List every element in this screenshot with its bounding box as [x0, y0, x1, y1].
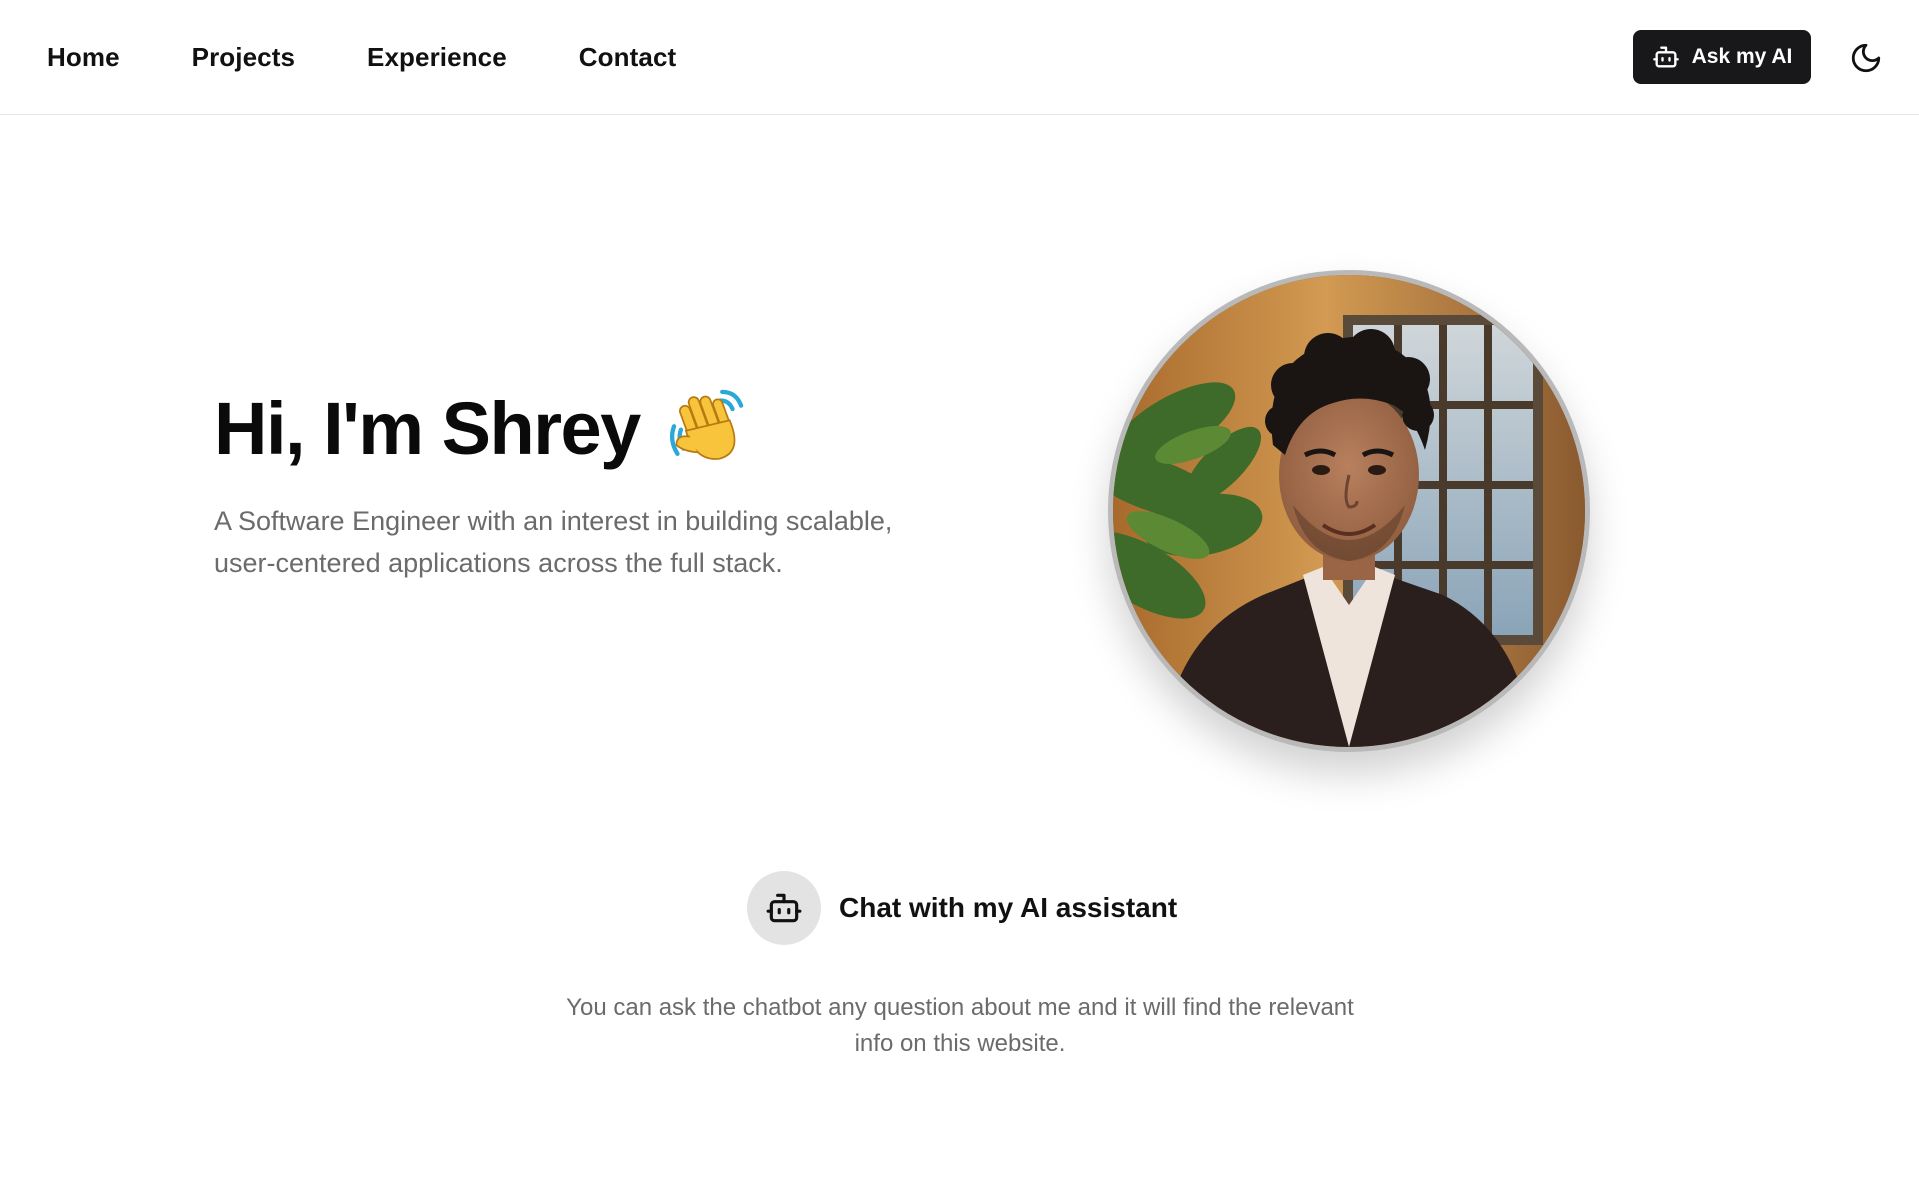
- theme-toggle-button[interactable]: [1846, 38, 1886, 78]
- hero-title: Hi, I'm Shrey: [214, 385, 748, 471]
- chat-description: You can ask the chatbot any question abo…: [566, 994, 1354, 1057]
- hero-title-text: Hi, I'm Shrey: [214, 386, 641, 470]
- ask-my-ai-label: Ask my AI: [1691, 45, 1793, 68]
- nav-link-projects[interactable]: Projects: [192, 42, 295, 73]
- nav-link-contact[interactable]: Contact: [579, 42, 676, 73]
- ask-my-ai-button[interactable]: Ask my AI: [1633, 30, 1811, 84]
- chat-title: Chat with my AI assistant: [839, 892, 1178, 923]
- profile-photo: [1108, 270, 1590, 752]
- moon-icon: [1849, 41, 1883, 75]
- hero-subtitle: A Software Engineer with an interest in …: [214, 506, 893, 578]
- waving-hand-icon: [662, 385, 748, 471]
- bot-icon: [1652, 43, 1680, 71]
- nav-link-home[interactable]: Home: [47, 42, 120, 73]
- nav-link-experience[interactable]: Experience: [367, 42, 507, 73]
- chat-bot-icon-circle: [747, 871, 821, 945]
- top-navbar: Home Projects Experience Contact Ask my …: [0, 0, 1919, 115]
- bot-icon: [765, 889, 803, 927]
- chat-with-ai-link[interactable]: Chat with my AI assistant: [747, 871, 1177, 945]
- main-nav: Home Projects Experience Contact: [47, 0, 676, 115]
